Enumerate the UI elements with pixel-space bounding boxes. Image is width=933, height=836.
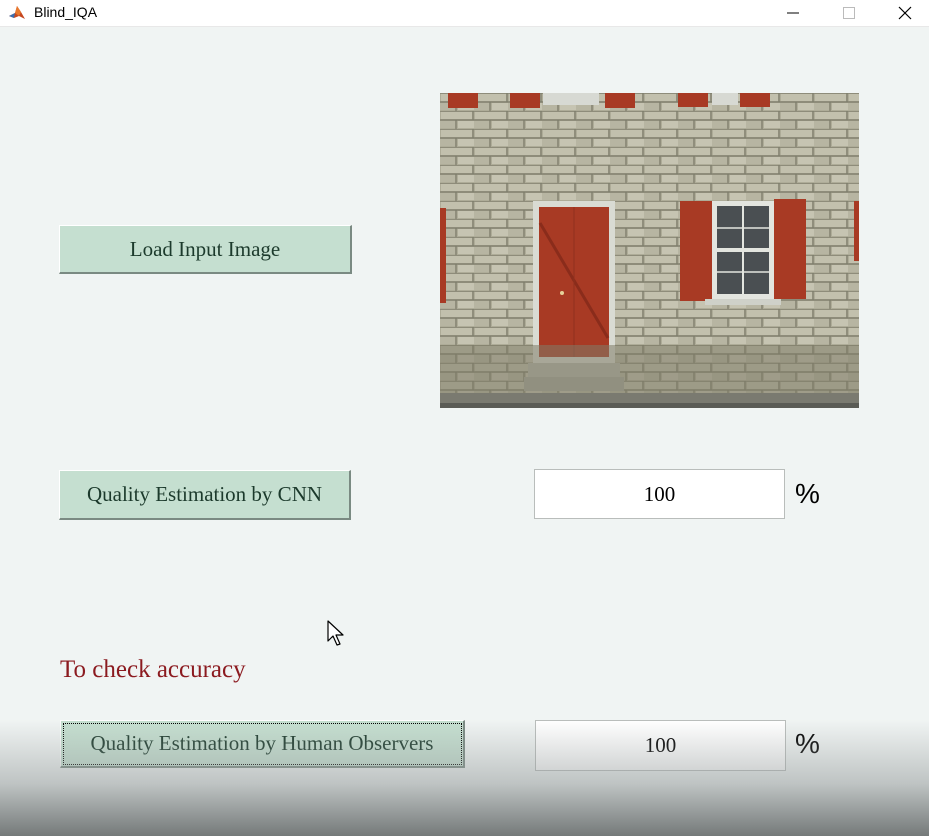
close-button[interactable]: [882, 0, 928, 26]
cnn-percent-label: %: [795, 478, 820, 509]
quality-estimation-cnn-button[interactable]: Quality Estimation by CNN: [59, 470, 351, 520]
title-bar: Blind_IQA: [0, 0, 933, 27]
maximize-button[interactable]: [826, 0, 872, 26]
building-facade-image: [440, 93, 859, 408]
maximize-icon: [843, 7, 855, 19]
window-title: Blind_IQA: [34, 4, 98, 20]
cnn-result-field: 100: [534, 469, 785, 519]
matlab-logo-icon: [9, 6, 25, 19]
mouse-cursor-icon: [327, 620, 344, 646]
close-icon: [898, 6, 912, 20]
human-percent-label: %: [795, 728, 820, 759]
minimize-icon: [787, 12, 799, 14]
minimize-button[interactable]: [770, 0, 816, 26]
load-input-image-button[interactable]: Load Input Image: [59, 225, 352, 274]
human-result-field: 100: [535, 720, 786, 771]
check-accuracy-label: To check accuracy: [60, 656, 246, 683]
quality-estimation-human-button[interactable]: Quality Estimation by Human Observers: [60, 720, 465, 768]
window-edge: [929, 26, 933, 836]
input-image: [440, 93, 859, 408]
